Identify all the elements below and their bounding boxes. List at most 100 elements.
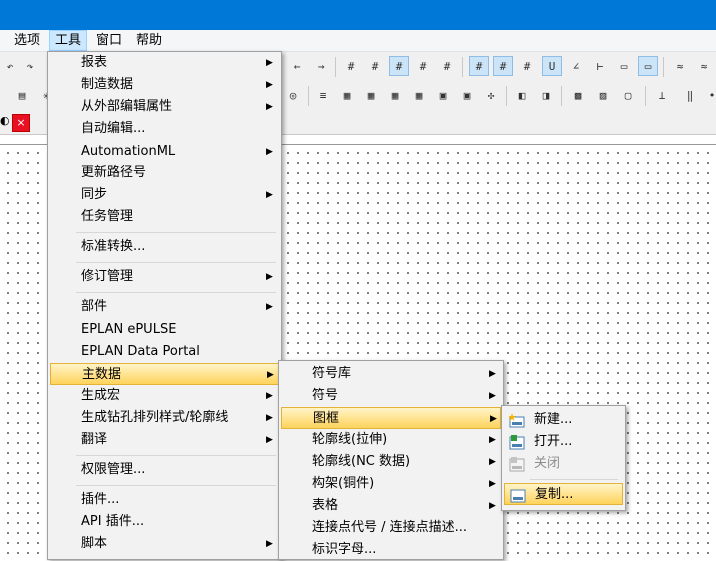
grid-toggle-icon[interactable]: # <box>469 56 489 76</box>
red-dot-icon[interactable]: • <box>702 85 716 105</box>
menu-item-standard-conversion[interactable]: 标准转换... <box>50 236 279 258</box>
shade-a-icon[interactable]: ▩ <box>568 85 588 105</box>
toolbar-divider <box>645 86 646 106</box>
magnet-icon[interactable]: U <box>542 56 562 76</box>
line-style-icon[interactable]: ≈ <box>670 56 690 76</box>
bars-icon[interactable]: ‖ <box>680 85 700 105</box>
menu-tools[interactable]: 工具 <box>49 30 88 51</box>
menu-separator <box>76 292 276 293</box>
menu-item-generate-drill-patterns[interactable]: 生成钻孔排列样式/轮廓线 ▶ <box>50 407 279 429</box>
menu-item-generate-macros[interactable]: 生成宏 ▶ <box>50 385 279 407</box>
menu-item-translate[interactable]: 翻译 ▶ <box>50 429 279 451</box>
snap-grid-icon[interactable]: # <box>493 56 513 76</box>
connector-e-icon[interactable]: ▦ <box>409 85 429 105</box>
menu-item-manufacturing-data[interactable]: 制造数据 ▶ <box>50 74 279 96</box>
undo-icon[interactable]: ↶ <box>0 56 20 76</box>
menu-options[interactable]: 选项 <box>9 30 45 51</box>
menu-item-scripts[interactable]: 脚本 ▶ <box>50 533 279 555</box>
page-icon[interactable]: ▤ <box>12 85 32 105</box>
input-field-icon[interactable]: ⊢ <box>590 56 610 76</box>
menu-item-eplan-epulse[interactable]: EPLAN ePULSE <box>50 319 279 341</box>
submenu-arrow-icon: ▶ <box>489 369 496 379</box>
menu-item-symbol[interactable]: 符号 ▶ <box>281 385 501 407</box>
menu-separator <box>530 479 618 480</box>
line-wave-icon[interactable]: ≈ <box>694 56 714 76</box>
submenu-arrow-icon: ▶ <box>490 414 497 424</box>
close-tab-button[interactable]: × <box>12 114 30 132</box>
menu-item-close-frame[interactable]: 关闭 <box>504 453 623 475</box>
menu-separator <box>76 262 276 263</box>
forward-arrow-icon[interactable]: → <box>311 56 331 76</box>
stack-icon[interactable]: ⊥ <box>652 85 672 105</box>
menu-item-revision-management[interactable]: 修订管理 ▶ <box>50 266 279 288</box>
shade-c-icon[interactable]: ▢ <box>618 85 638 105</box>
grid-point-icon[interactable]: # <box>517 56 537 76</box>
menu-item-forms[interactable]: 表格 ▶ <box>281 495 501 517</box>
menu-item-edit-properties-external[interactable]: 从外部编辑属性 ▶ <box>50 96 279 118</box>
menu-item-outline-extrusion[interactable]: 轮廓线(拉伸) ▶ <box>281 429 501 451</box>
connector-a-icon[interactable]: ≡ <box>313 85 333 105</box>
title-bar <box>0 0 716 30</box>
menu-item-eplan-data-portal[interactable]: EPLAN Data Portal <box>50 341 279 363</box>
menu-item-parts[interactable]: 部件 ▶ <box>50 296 279 318</box>
new-frame-icon <box>509 413 525 428</box>
menu-window[interactable]: 窗口 <box>91 30 127 51</box>
tab-scroll-icon[interactable]: ◐ <box>0 114 10 131</box>
grid-e-icon[interactable]: # <box>437 56 457 76</box>
submenu-arrow-icon: ▶ <box>266 147 273 157</box>
submenu-arrow-icon: ▶ <box>489 435 496 445</box>
connector-g-icon[interactable]: ▣ <box>457 85 477 105</box>
menu-item-new-frame[interactable]: 新建... <box>504 409 623 431</box>
menu-item-reports[interactable]: 报表 ▶ <box>50 52 279 74</box>
tools-menu: 报表 ▶ 制造数据 ▶ 从外部编辑属性 ▶ 自动编辑... AutomationML ▶… <box>47 51 282 560</box>
grid-b-icon[interactable]: # <box>365 56 385 76</box>
ruler-icon[interactable]: ▭ <box>614 56 634 76</box>
menu-item-automationml[interactable]: AutomationML ▶ <box>50 141 279 163</box>
grid-d-icon[interactable]: # <box>413 56 433 76</box>
menu-item-master-data[interactable]: 主数据 ▶ <box>50 363 279 385</box>
menu-item-frame-copper[interactable]: 构架(铜件) ▶ <box>281 473 501 495</box>
connector-d-icon[interactable]: ▦ <box>385 85 405 105</box>
device-a-icon[interactable]: ◧ <box>512 85 532 105</box>
menu-item-synchronize[interactable]: 同步 ▶ <box>50 184 279 206</box>
connector-h-icon[interactable]: ✣ <box>481 85 501 105</box>
connector-f-icon[interactable]: ▣ <box>433 85 453 105</box>
toolbar-divider <box>308 86 309 106</box>
angle-icon[interactable]: ∠ <box>566 56 586 76</box>
menu-item-copy-frame[interactable]: 复制... <box>504 483 623 505</box>
shade-b-icon[interactable]: ▨ <box>593 85 613 105</box>
menu-item-add-ins[interactable]: 插件... <box>50 489 279 511</box>
grid-c-icon[interactable]: # <box>389 56 409 76</box>
submenu-arrow-icon: ▶ <box>266 80 273 90</box>
toolbar-divider <box>462 57 463 77</box>
grid-a-icon[interactable]: # <box>341 56 361 76</box>
menu-item-api-add-ins[interactable]: API 插件... <box>50 511 279 533</box>
menu-item-update-path-number[interactable]: 更新路径号 <box>50 162 279 184</box>
menu-help[interactable]: 帮助 <box>131 30 167 51</box>
menu-item-connection-point-designations[interactable]: 连接点代号 / 连接点描述... <box>281 517 501 539</box>
menu-item-outline-nc-data[interactable]: 轮廓线(NC 数据) ▶ <box>281 451 501 473</box>
window-icon[interactable]: ▭ <box>638 56 658 76</box>
back-arrow-icon[interactable]: ← <box>287 56 307 76</box>
submenu-arrow-icon: ▶ <box>489 501 496 511</box>
connector-b-icon[interactable]: ▦ <box>337 85 357 105</box>
menu-separator <box>76 455 276 456</box>
submenu-arrow-icon: ▶ <box>266 190 273 200</box>
menu-item-rights-management[interactable]: 权限管理... <box>50 459 279 481</box>
menu-item-frame[interactable]: 图框 ▶ <box>281 407 501 429</box>
connector-c-icon[interactable]: ▦ <box>361 85 381 105</box>
menu-separator <box>76 485 276 486</box>
target-icon[interactable]: ◎ <box>283 85 303 105</box>
submenu-arrow-icon: ▶ <box>266 58 273 68</box>
menu-item-auto-edit[interactable]: 自动编辑... <box>50 118 279 140</box>
menu-item-open-frame[interactable]: 打开... <box>504 431 623 453</box>
submenu-arrow-icon: ▶ <box>489 391 496 401</box>
submenu-arrow-icon: ▶ <box>489 457 496 467</box>
menu-item-task-management[interactable]: 任务管理 <box>50 206 279 228</box>
submenu-arrow-icon: ▶ <box>266 302 273 312</box>
menu-item-symbol-library[interactable]: 符号库 ▶ <box>281 363 501 385</box>
toolbar-divider <box>506 86 507 106</box>
submenu-arrow-icon: ▶ <box>266 272 273 282</box>
device-b-icon[interactable]: ◨ <box>536 85 556 105</box>
redo-icon[interactable]: ↷ <box>20 56 40 76</box>
